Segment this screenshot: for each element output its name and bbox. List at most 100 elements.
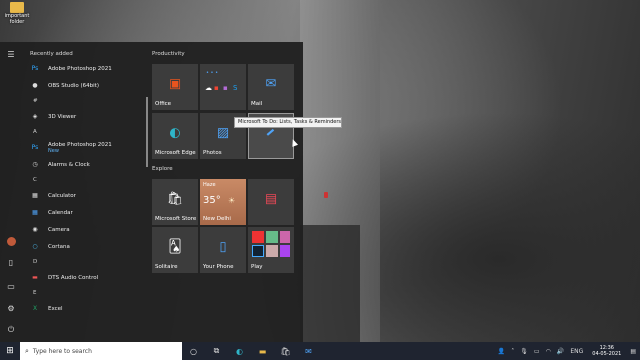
mail-taskbar-icon[interactable]: ✉ [297, 342, 320, 360]
app-icon: ▬ [32, 274, 38, 281]
tile-edge[interactable]: ◐ Microsoft Edge [152, 113, 198, 159]
edge-taskbar-icon[interactable]: ◐ [228, 342, 251, 360]
wallpaper-climber [324, 192, 328, 198]
tile-mail-label: Mail [251, 101, 263, 107]
tile-area: Productivity ▣ Office • • • ☁ ▪ ▪ S ✉ Ma… [152, 42, 302, 344]
app-list-item[interactable]: ◉ Camera [24, 221, 144, 238]
tile-solitaire-label: Solitaire [155, 264, 178, 270]
app-label: OBS Studio (64bit) [48, 82, 99, 89]
chevron-up-icon[interactable]: ˄ [511, 348, 514, 355]
powerpoint-icon: ▪ [214, 84, 219, 92]
tile-your-phone[interactable]: ▯ Your Phone [200, 227, 246, 273]
app-icon: ◈ [32, 113, 38, 120]
wallpaper-shadow [300, 225, 360, 345]
cortana-icon[interactable]: ○ [182, 342, 205, 360]
search-placeholder: Type here to search [32, 347, 92, 355]
notifications-icon[interactable]: ▤ [630, 348, 636, 355]
pictures-icon[interactable]: ▭ [5, 280, 17, 292]
app-icon: ▦ [32, 209, 38, 216]
app-list-item[interactable]: ◈ 3D Viewer [24, 108, 144, 125]
group-productivity: Productivity [152, 51, 185, 57]
tile-office-label: Office [155, 101, 172, 107]
tile-store-label: Microsoft Store [155, 216, 197, 222]
app-list-letter-header[interactable]: # [24, 94, 144, 108]
app-label: DTS Audio Control [48, 274, 99, 281]
game-icon-1 [252, 231, 264, 243]
app-label: Calendar [48, 209, 73, 216]
app-label: Cortana [48, 243, 70, 250]
tile-office-apps-folder[interactable]: • • • ☁ ▪ ▪ S [200, 64, 246, 110]
skype-icon: S [233, 84, 238, 92]
app-label: Camera [48, 226, 70, 233]
user-avatar[interactable] [5, 235, 17, 247]
edge-icon: ◐ [169, 125, 181, 141]
cloud-icon: ☁ [205, 84, 212, 92]
app-list-item[interactable]: ◷ Alarms & Clock [24, 156, 144, 173]
windows-start-button[interactable]: ⊞ [0, 342, 20, 360]
clock-date: 04-05-2021 [592, 351, 622, 357]
task-view-icon[interactable]: ⧉ [205, 342, 228, 360]
language-indicator[interactable]: ENG [570, 348, 583, 355]
file-explorer-icon[interactable]: ▬ [251, 342, 274, 360]
app-list-item[interactable]: ▦ Calendar [24, 204, 144, 221]
app-label: Adobe Photoshop 2021 [48, 141, 112, 148]
app-list-letter-header[interactable]: E [24, 286, 144, 300]
app-list-scrollbar[interactable] [146, 97, 148, 167]
taskbar: ⊞ ⌕ Type here to search ○ ⧉ ◐ ▬ 🛍 ✉ 👤 ˄ … [0, 342, 640, 360]
tile-edge-label: Microsoft Edge [155, 150, 196, 156]
tile-office[interactable]: ▣ Office [152, 64, 198, 110]
tile-weather-label: New Delhi [203, 216, 231, 222]
app-list-item[interactable]: Ps Adobe Photoshop 2021 [24, 60, 144, 77]
tile-solitaire[interactable]: 🂡 Solitaire [152, 227, 198, 273]
app-icon: X [32, 305, 38, 312]
new-badge: New [48, 147, 59, 154]
search-box[interactable]: ⌕ Type here to search [20, 342, 182, 360]
desktop-folder[interactable]: important folder [2, 2, 32, 25]
app-icon: ▦ [32, 192, 38, 199]
folder-icon [10, 2, 24, 13]
wifi-icon[interactable]: ◠ [546, 348, 551, 355]
volume-icon[interactable]: 🔊 [557, 348, 564, 355]
app-list-letter-header[interactable]: A [24, 125, 144, 139]
app-list-item[interactable]: ● OBS Studio (64bit) [24, 77, 144, 94]
desktop-folder-label: important folder [4, 13, 30, 25]
hamburger-icon[interactable]: ☰ [5, 48, 17, 60]
weather-temperature: 35° [203, 195, 221, 206]
microphone-icon[interactable]: 🎙 [520, 348, 528, 355]
app-list: Recently added Ps Adobe Photoshop 2021 ● OB… [24, 48, 144, 317]
tile-microsoft-store[interactable]: 🛍 Microsoft Store [152, 179, 198, 225]
app-list-item[interactable]: X Excel [24, 300, 144, 317]
game-icon-5 [266, 245, 278, 257]
mail-icon: ✉ [265, 76, 277, 92]
cards-icon: 🂡 [168, 239, 182, 255]
app-list-item[interactable]: ▦ Calculator [24, 187, 144, 204]
settings-icon[interactable]: ⚙ [5, 302, 17, 314]
app-label: Adobe Photoshop 2021 [48, 65, 112, 72]
app-label: Excel [48, 305, 63, 312]
photos-icon: ▨ [216, 125, 230, 141]
tile-news[interactable]: ▤ [248, 179, 294, 225]
power-icon[interactable]: ⏻ [5, 324, 17, 336]
documents-icon[interactable]: ▯ [5, 256, 17, 268]
app-icon: Ps [31, 65, 39, 72]
tile-mail[interactable]: ✉ Mail [248, 64, 294, 110]
app-list-item[interactable]: ○ Cortana [24, 238, 144, 255]
recently-added-heading: Recently added [30, 51, 73, 57]
system-tray: 👤 ˄ 🎙 ▭ ◠ 🔊 ENG 12:36 04-05-2021 ▤ [495, 342, 640, 360]
app-icon: Ps [31, 144, 39, 151]
tile-weather[interactable]: Haze 35° ☀ New Delhi [200, 179, 246, 225]
app-icon: ○ [32, 243, 38, 250]
app-list-item[interactable]: Ps Adobe Photoshop 2021 New [24, 139, 144, 156]
start-rail: ☰ ▯ ▭ ⚙ ⏻ [0, 42, 22, 344]
store-taskbar-icon[interactable]: 🛍 [274, 342, 297, 360]
people-icon[interactable]: 👤 [498, 348, 505, 355]
app-list-letter-header[interactable]: D [24, 255, 144, 269]
app-list-letter-header[interactable]: C [24, 173, 144, 187]
battery-icon[interactable]: ▭ [534, 348, 540, 355]
app-label: Alarms & Clock [48, 161, 90, 168]
tooltip: Microsoft To Do: Lists, Tasks & Reminder… [234, 117, 342, 128]
tile-play[interactable]: Play [248, 227, 294, 273]
store-icon: 🛍 [166, 191, 184, 207]
clock[interactable]: 12:36 04-05-2021 [592, 345, 621, 357]
app-list-item[interactable]: ▬ DTS Audio Control [24, 269, 144, 286]
